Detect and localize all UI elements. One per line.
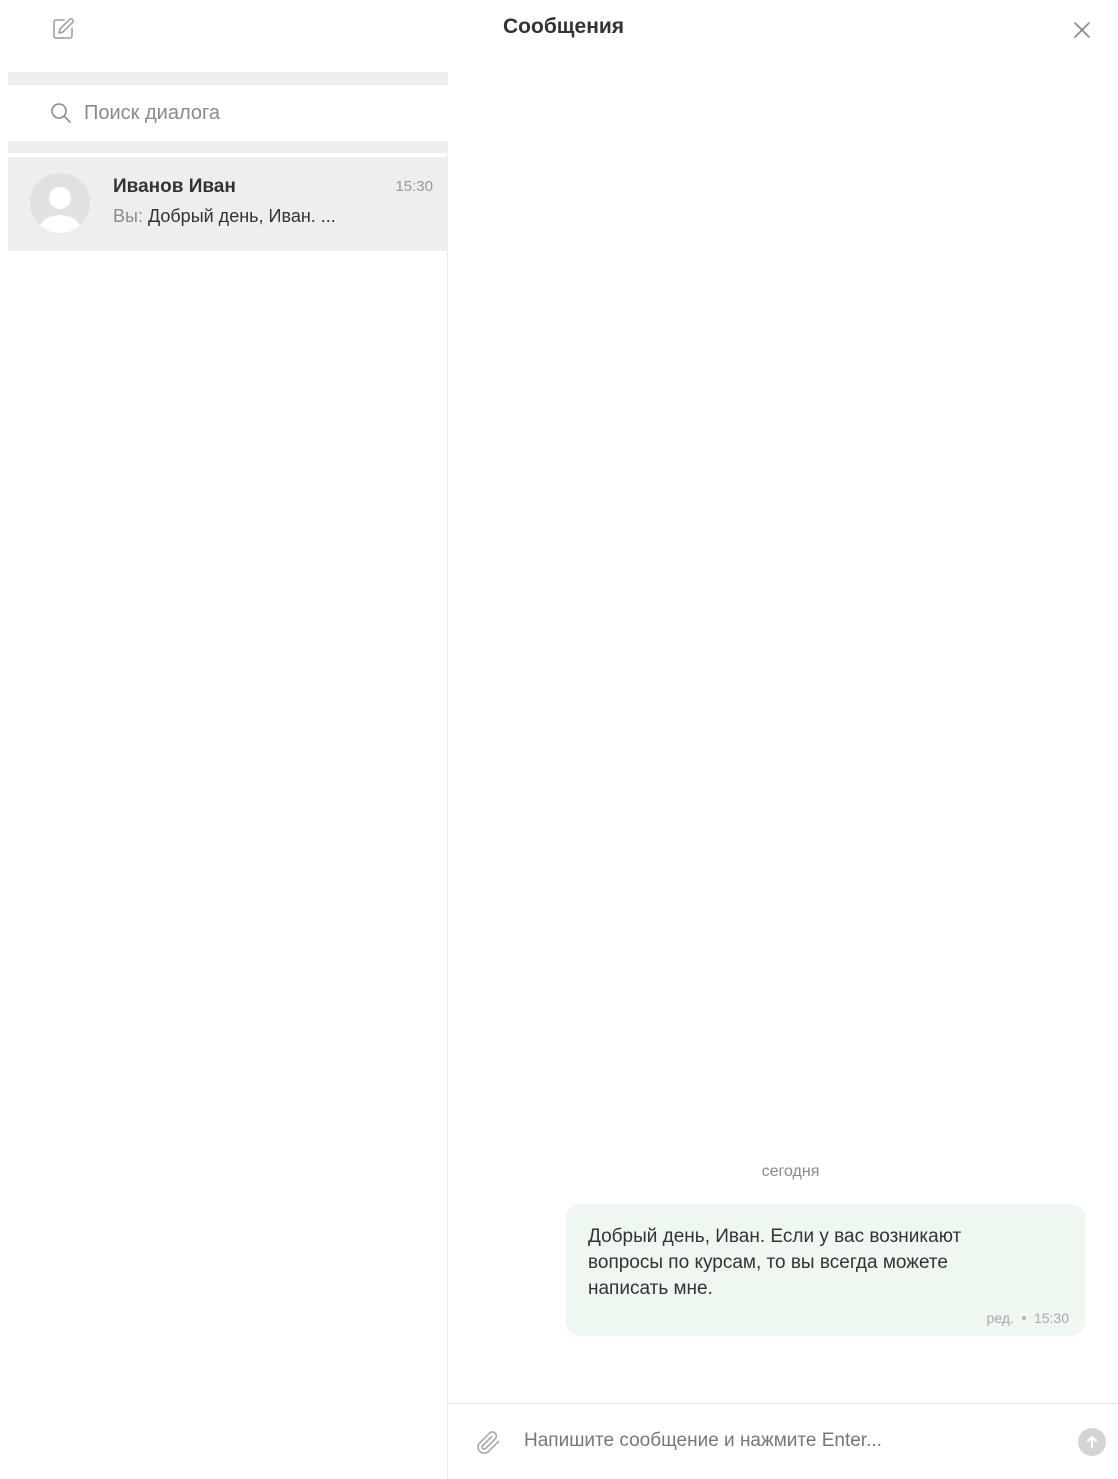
send-button[interactable] (1078, 1428, 1106, 1456)
close-icon (1074, 22, 1090, 38)
edit-icon (53, 18, 74, 39)
header: Сообщения (0, 0, 1118, 58)
date-separator: сегодня (761, 1163, 820, 1180)
sidebar-divider (8, 141, 448, 153)
message-text: Добрый день, Иван. Если у вас возникают … (588, 1226, 962, 1299)
user-avatar-icon (30, 173, 90, 233)
preview-prefix: Вы: (113, 206, 143, 226)
search-icon (51, 103, 71, 123)
page-title: Сообщения (503, 15, 625, 38)
message-input[interactable] (524, 1424, 1044, 1458)
dialog-search (8, 85, 448, 141)
edited-label: ред. (986, 1310, 1014, 1326)
message-composer (448, 1403, 1118, 1479)
close-button[interactable] (1070, 18, 1094, 42)
dialog-time: 15:30 (395, 178, 433, 195)
dialog-item-ivanov[interactable]: Иванов Иван 15:30 Вы: Добрый день, Иван.… (8, 157, 448, 251)
message-bubble[interactable]: Добрый день, Иван. Если у вас возникают … (566, 1204, 1085, 1336)
attach-button[interactable] (474, 1428, 502, 1456)
search-input[interactable] (84, 97, 434, 129)
send-arrow-icon (1087, 1436, 1097, 1448)
dialog-sidebar: Иванов Иван 15:30 Вы: Добрый день, Иван.… (8, 72, 448, 1479)
sidebar-top-divider (8, 72, 448, 85)
dialog-preview: Вы: Добрый день, Иван. ... (113, 206, 433, 227)
message-time: 15:30 (1033, 1310, 1069, 1326)
meta-dot (1021, 1316, 1026, 1320)
preview-text: Добрый день, Иван. ... (147, 206, 336, 226)
avatar (30, 173, 90, 233)
messages-app: Сообщения Ив (0, 0, 1118, 1479)
dialog-name: Иванов Иван (113, 176, 236, 197)
message-meta: ред. 15:30 (987, 1310, 1069, 1326)
chat-area: сегодня Добрый день, Иван. Если у вас во… (448, 58, 1118, 1479)
compose-button[interactable] (50, 16, 76, 42)
paperclip-icon (477, 1431, 500, 1454)
